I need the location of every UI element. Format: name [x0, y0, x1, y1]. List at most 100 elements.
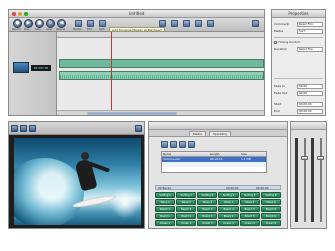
- mixer-titlebar[interactable]: [291, 122, 326, 130]
- bank-time-start: 00:00:00: [226, 186, 239, 190]
- fade-in-field[interactable]: 00:00: [297, 84, 323, 89]
- fader-track[interactable]: [304, 138, 306, 222]
- audio-icon[interactable]: [171, 20, 178, 27]
- media-field[interactable]: Surf: [297, 29, 323, 34]
- timing-checkbox[interactable]: [274, 40, 277, 44]
- tab-media[interactable]: Media: [189, 131, 207, 136]
- inspector-icon[interactable]: [252, 20, 259, 27]
- film-icon[interactable]: [170, 141, 177, 148]
- folder-icon[interactable]: [20, 125, 27, 132]
- edit-icon[interactable]: [87, 20, 94, 27]
- toolbar-label: Marker: [73, 28, 82, 31]
- split-icon[interactable]: [99, 20, 106, 27]
- table-row[interactable]: [162, 167, 266, 172]
- bank-button[interactable]: Board 2: [176, 213, 197, 219]
- bank-button[interactable]: Wave 6: [260, 199, 281, 205]
- prop-label: End: [274, 109, 280, 113]
- video-preview[interactable]: [14, 138, 141, 225]
- fader-track[interactable]: [320, 138, 322, 222]
- bank-button[interactable]: Ocean 1: [155, 220, 176, 226]
- column-header[interactable]: Name: [162, 152, 209, 156]
- bank-button[interactable]: Surfing 3: [197, 192, 218, 198]
- scroll-thumb[interactable]: [87, 112, 177, 115]
- end-field[interactable]: 00:00:00: [297, 109, 323, 114]
- loop-button[interactable]: ↻: [46, 19, 55, 28]
- bank-button[interactable]: Ocean 3: [197, 220, 218, 226]
- bank-button[interactable]: Ocean 6: [260, 220, 281, 226]
- bank-button[interactable]: Ocean 5: [239, 220, 260, 226]
- camera-icon[interactable]: [29, 125, 36, 132]
- window-title: Untitled: [128, 11, 145, 16]
- share-icon[interactable]: [207, 20, 214, 27]
- bank-button[interactable]: Wave 2: [176, 199, 197, 205]
- media-tabbar: Media Sparkling: [149, 130, 287, 137]
- toolbar-label: Rewind: [56, 28, 66, 31]
- bank-button[interactable]: Beach 2: [176, 206, 197, 212]
- bank-button[interactable]: Wave 1: [155, 199, 176, 205]
- media-titlebar[interactable]: [149, 122, 287, 130]
- bank-button[interactable]: Surfing 1: [155, 192, 176, 198]
- bank-button[interactable]: Beach 5: [239, 206, 260, 212]
- bank-button[interactable]: Beach 1: [155, 206, 176, 212]
- wave: [14, 158, 84, 225]
- fullscreen-icon[interactable]: [135, 125, 142, 132]
- fader-knob[interactable]: [317, 156, 324, 160]
- properties-titlebar[interactable]: Properties: [272, 10, 325, 18]
- rewind-button[interactable]: ◀: [57, 19, 66, 28]
- horizontal-scrollbar[interactable]: [57, 110, 264, 115]
- column-header[interactable]: Length: [209, 152, 240, 156]
- bank-button[interactable]: Board 3: [197, 213, 218, 219]
- bank-button[interactable]: Wave 4: [218, 199, 239, 205]
- tab-sparkling[interactable]: Sparkling: [209, 131, 232, 136]
- text-icon[interactable]: [195, 20, 202, 27]
- bank-button[interactable]: Surfing 2: [176, 192, 197, 198]
- timecode-display: 00:00:00: [31, 65, 51, 71]
- bank-button[interactable]: Board 1: [155, 213, 176, 219]
- add-icon[interactable]: [161, 141, 168, 148]
- start-field[interactable]: 00:00:00: [297, 102, 323, 107]
- video-clip[interactable]: [59, 59, 264, 68]
- comment-field[interactable]: Rapid Fire: [297, 22, 323, 27]
- duration-field[interactable]: Rapid Fire: [297, 47, 323, 52]
- list-icon[interactable]: [179, 141, 186, 148]
- marker-icon[interactable]: [75, 20, 82, 27]
- column-header[interactable]: Size: [240, 152, 266, 156]
- bank-button[interactable]: Surfing 5: [239, 192, 260, 198]
- playhead[interactable]: [111, 32, 112, 115]
- bank-button[interactable]: Beach 4: [218, 206, 239, 212]
- prop-label: Duration: [274, 47, 288, 51]
- film-icon[interactable]: [11, 125, 18, 132]
- bank-button[interactable]: Board 4: [218, 213, 239, 219]
- record-button[interactable]: ●: [13, 19, 22, 28]
- bank-button[interactable]: Beach 3: [197, 206, 218, 212]
- delete-icon[interactable]: [188, 141, 195, 148]
- bank-grid: Surfing 1 Surfing 2 Surfing 3 Surfing 4 Surf…: [155, 192, 281, 226]
- bank-button[interactable]: Beach 6: [260, 206, 281, 212]
- audio-clip[interactable]: [59, 71, 264, 80]
- prop-label: Start: [274, 102, 282, 106]
- bank-button[interactable]: Ocean 2: [176, 220, 197, 226]
- main-titlebar[interactable]: Untitled: [9, 10, 264, 18]
- cell: 00:18:16: [209, 157, 223, 161]
- clip-table[interactable]: Name Length Size Commander 00:18:16 1.4 …: [161, 151, 267, 173]
- viewer-window: [8, 121, 145, 229]
- fader-knob[interactable]: [301, 156, 308, 160]
- video-track[interactable]: [57, 58, 264, 69]
- fade-out-field[interactable]: 00:00: [297, 91, 323, 96]
- bank-button[interactable]: Board 6: [260, 213, 281, 219]
- play-button[interactable]: ▶: [24, 19, 33, 28]
- film-icon[interactable]: [159, 20, 166, 27]
- effects-icon[interactable]: [183, 20, 190, 27]
- bank-button[interactable]: Wave 5: [239, 199, 260, 205]
- bank-button[interactable]: Wave 3: [197, 199, 218, 205]
- prop-timing[interactable]: Timing Control: [274, 40, 323, 45]
- stop-button[interactable]: ■: [35, 19, 44, 28]
- bank-button[interactable]: Surfing 6: [260, 192, 281, 198]
- bank-button[interactable]: Surfing 4: [218, 192, 239, 198]
- bank-button[interactable]: Board 5: [239, 213, 260, 219]
- bank-button[interactable]: Ocean 4: [218, 220, 239, 226]
- timeline-ruler[interactable]: [57, 32, 264, 38]
- table-row[interactable]: Commander 00:18:16 1.4 MB: [162, 157, 266, 162]
- audio-track[interactable]: [57, 70, 264, 81]
- timeline[interactable]: 00:00:00: [9, 32, 264, 115]
